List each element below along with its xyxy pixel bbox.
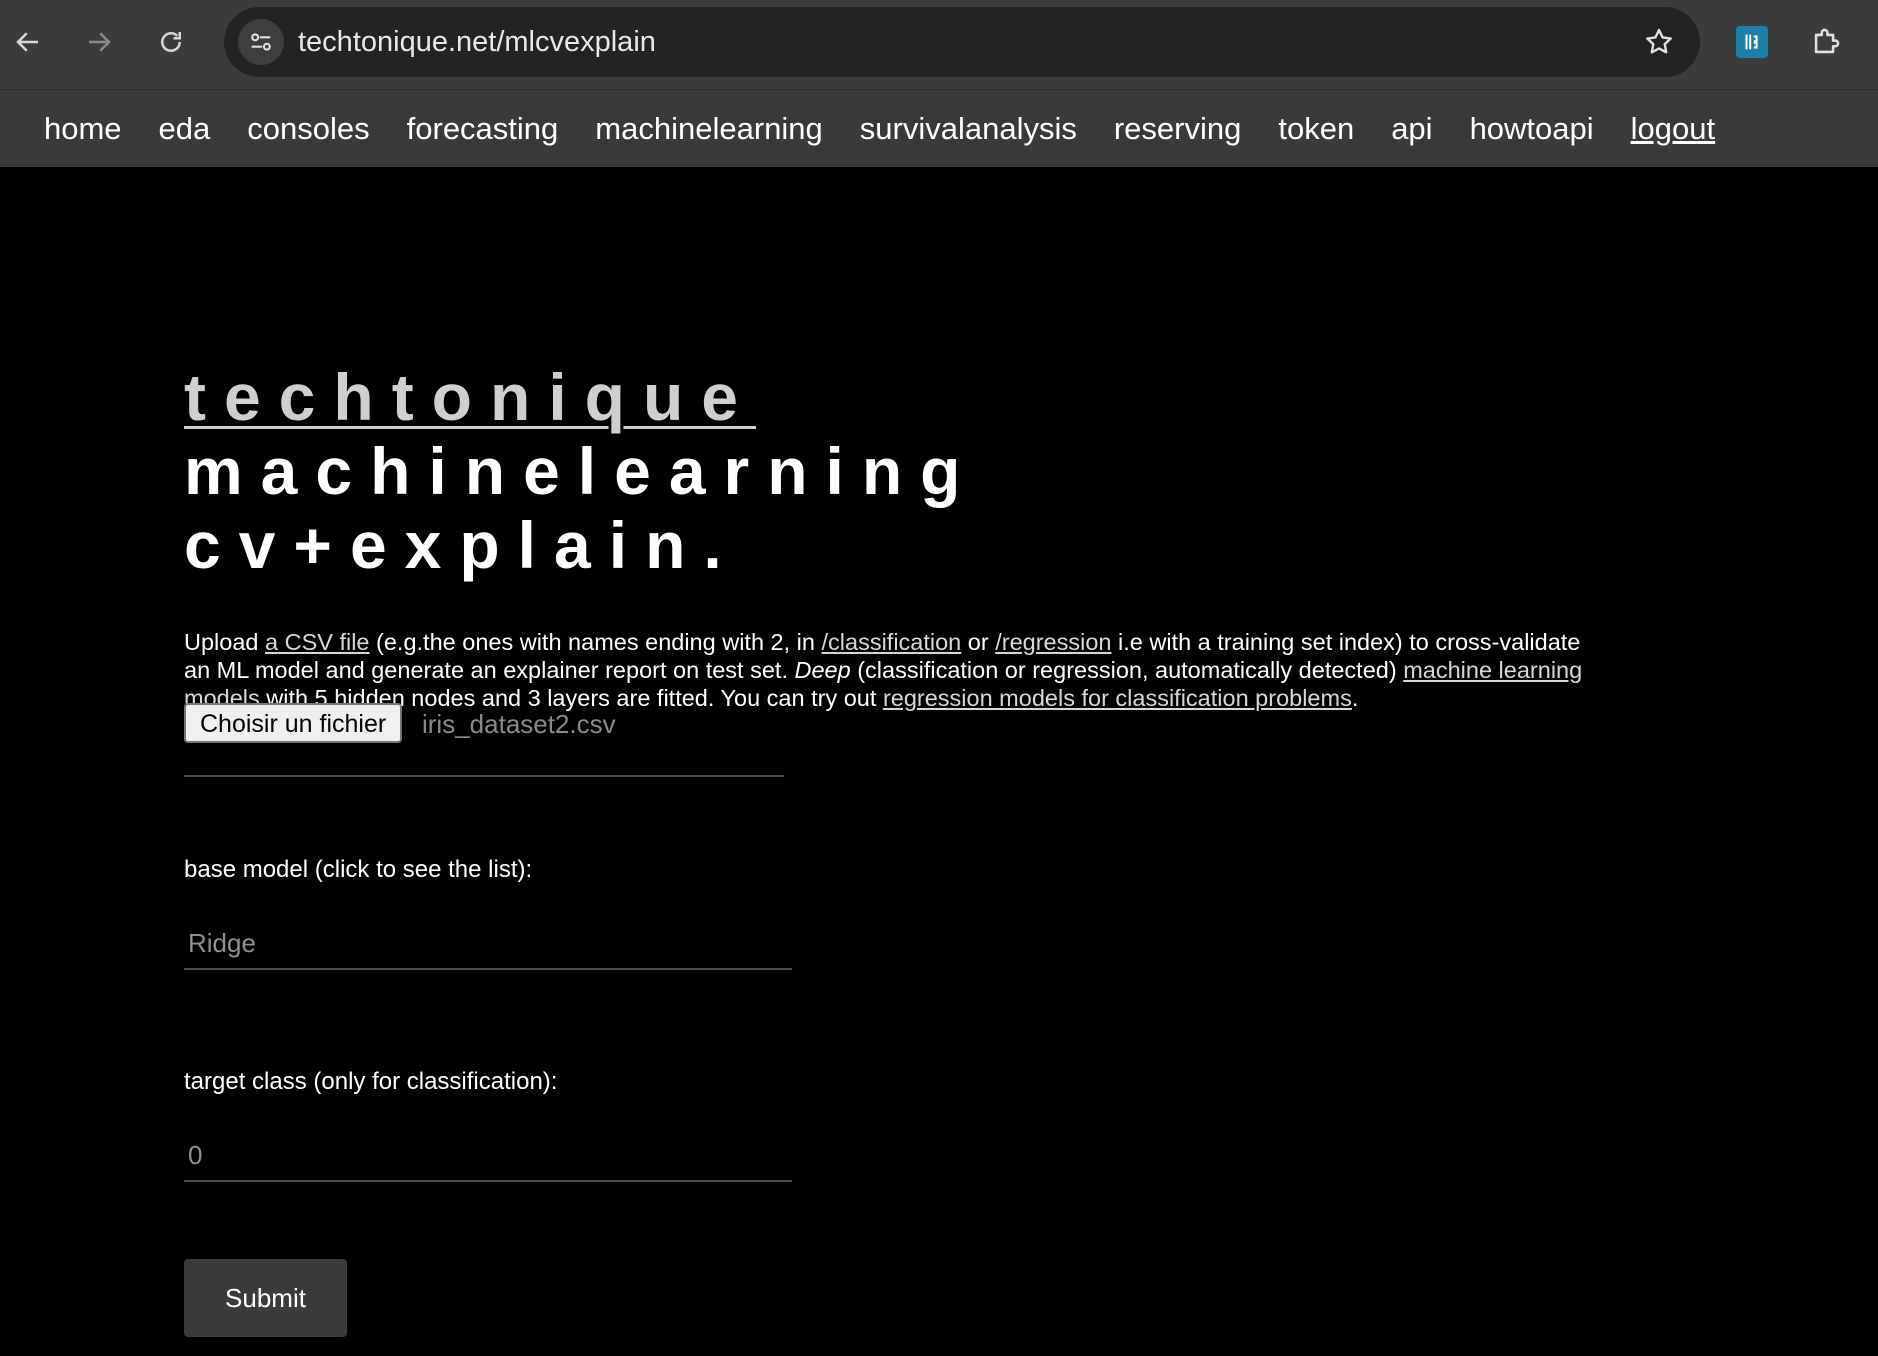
extension-button[interactable] [1736, 26, 1768, 58]
address-bar[interactable]: techtonique.net/mlcvexplain [224, 7, 1700, 77]
page-title: techtonique machinelearning cv+explain. [184, 360, 1604, 582]
back-button[interactable] [6, 20, 50, 64]
intro-text-part: Upload [184, 629, 265, 655]
nav-link-home[interactable]: home [26, 90, 141, 167]
reload-button[interactable] [149, 20, 193, 64]
intro-text-part: (classification or regression, automatic… [850, 657, 1404, 683]
nav-link-eda[interactable]: eda [141, 90, 230, 167]
intro-text-part: . [1351, 685, 1359, 711]
nav-link-survivalanalysis[interactable]: survivalanalysis [842, 90, 1096, 167]
site-nav: home eda consoles forecasting machinelea… [0, 90, 1878, 167]
submit-button[interactable]: Submit [184, 1259, 347, 1337]
choose-file-button[interactable]: Choisir un fichier [184, 703, 403, 743]
csv-file-link[interactable]: a CSV file [265, 629, 370, 655]
base-model-label: base model (click to see the list): [184, 856, 533, 883]
reload-icon [161, 32, 181, 52]
title-subsection: cv+explain. [184, 508, 740, 582]
nav-link-token[interactable]: token [1260, 90, 1373, 167]
nav-link-forecasting[interactable]: forecasting [389, 90, 578, 167]
browser-toolbar: techtonique.net/mlcvexplain [0, 0, 1878, 90]
classification-link[interactable]: /classification [822, 629, 962, 655]
star-icon [1646, 28, 1672, 54]
tune-icon [251, 33, 271, 51]
file-upload-field: Choisir un fichier iris_dataset2.csv [184, 703, 784, 777]
arrow-left-icon [16, 32, 38, 52]
nav-link-howtoapi[interactable]: howtoapi [1452, 90, 1613, 167]
target-class-label: target class (only for classification): [184, 1068, 558, 1095]
extensions-menu-button[interactable] [1806, 22, 1846, 62]
site-info-button[interactable] [238, 19, 284, 65]
base-model-input[interactable] [184, 918, 792, 970]
bookmark-button[interactable] [1638, 21, 1680, 63]
arrow-right-icon [89, 32, 111, 52]
nav-link-consoles[interactable]: consoles [229, 90, 388, 167]
regression-link[interactable]: /regression [995, 629, 1111, 655]
target-class-input[interactable] [184, 1130, 792, 1182]
extension-badge-icon [1745, 34, 1758, 50]
puzzle-icon [1814, 28, 1840, 54]
main-content: techtonique machinelearning cv+explain. U… [184, 360, 1604, 1337]
nav-link-logout[interactable]: logout [1613, 90, 1734, 167]
brand-link[interactable]: techtonique [184, 360, 756, 434]
intro-text: Upload a CSV file (e.g.the ones with nam… [184, 628, 1604, 712]
url-text[interactable]: techtonique.net/mlcvexplain [298, 7, 656, 77]
selected-file-name: iris_dataset2.csv [422, 709, 616, 739]
regression-for-classification-link[interactable]: regression models for classification pro… [883, 685, 1352, 711]
intro-text-part: (e.g.the ones with names ending with 2, … [369, 629, 822, 655]
intro-emphasis: Deep [794, 657, 851, 683]
intro-text-part: or [961, 629, 996, 655]
nav-link-machinelearning[interactable]: machinelearning [577, 90, 841, 167]
nav-link-reserving[interactable]: reserving [1096, 90, 1261, 167]
forward-button[interactable] [77, 20, 121, 64]
nav-link-api[interactable]: api [1373, 90, 1451, 167]
title-section: machinelearning [184, 434, 979, 508]
